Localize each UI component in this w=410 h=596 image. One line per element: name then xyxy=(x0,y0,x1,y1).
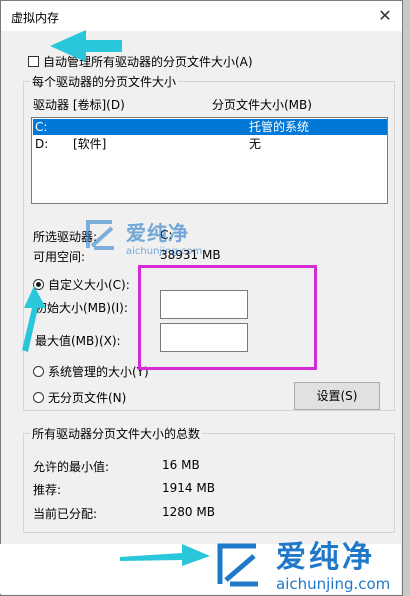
min-allowed-label: 允许的最小值: xyxy=(33,460,110,474)
drive-row-d[interactable]: D: [软件] 无 xyxy=(33,136,387,152)
system-managed-label: 系统管理的大小(Y) xyxy=(48,365,149,379)
drive-row-c[interactable]: C: 托管的系统 xyxy=(33,119,387,135)
auto-manage-checkbox[interactable] xyxy=(28,56,39,67)
allocated-value: 1280 MB xyxy=(162,505,215,519)
set-button[interactable]: 设置(S) xyxy=(294,382,380,410)
close-icon[interactable]: ✕ xyxy=(374,5,396,27)
watermark-logo-icon xyxy=(212,538,266,595)
drive-volume-label: [软件] xyxy=(73,137,107,151)
custom-size-label: 自定义大小(C): xyxy=(48,278,130,292)
no-paging-label: 无分页文件(N) xyxy=(48,391,127,405)
system-managed-option[interactable]: 系统管理的大小(Y) xyxy=(33,363,149,380)
size-column-header: 分页文件大小(MB) xyxy=(212,98,312,112)
arrow-icon xyxy=(50,30,122,62)
system-managed-radio[interactable] xyxy=(33,366,44,377)
highlight-box xyxy=(138,265,317,370)
arrow-icon xyxy=(120,544,210,566)
per-drive-group-title: 每个驱动器的分页文件大小 xyxy=(30,73,179,90)
dialog-title: 虚拟内存 xyxy=(11,11,60,25)
no-paging-radio[interactable] xyxy=(33,392,44,403)
recommended-value: 1914 MB xyxy=(162,481,215,495)
drive-letter: D: xyxy=(35,137,49,151)
watermark-brand: 爱纯净 xyxy=(126,220,189,245)
no-paging-option[interactable]: 无分页文件(N) xyxy=(33,389,126,406)
drive-list[interactable]: C: 托管的系统 D: [软件] 无 xyxy=(31,117,388,204)
allocated-label: 当前已分配: xyxy=(33,507,98,521)
arrow-icon xyxy=(22,286,46,352)
totals-group-title: 所有驱动器分页文件大小的总数 xyxy=(30,425,203,442)
drive-paging-size: 托管的系统 xyxy=(249,120,310,134)
background-window-edge xyxy=(403,0,410,596)
drive-column-header: 驱动器 [卷标](D) xyxy=(33,98,125,112)
watermark-large: 爱纯净 aichunjing.com xyxy=(212,538,390,595)
initial-size-label: 初始大小(MB)(I): xyxy=(35,301,128,315)
watermark-logo-icon xyxy=(82,216,120,257)
watermark-url: aichunjing.com xyxy=(276,574,391,593)
drive-letter: C: xyxy=(35,120,48,134)
recommended-label: 推荐: xyxy=(33,483,62,497)
watermark-brand: 爱纯净 xyxy=(276,539,375,575)
watermark-small: 爱纯净 aichunjing.com xyxy=(82,216,202,257)
drive-paging-size: 无 xyxy=(249,137,262,151)
min-allowed-value: 16 MB xyxy=(162,458,200,472)
free-space-label: 可用空间: xyxy=(33,250,86,264)
watermark-url: aichunjing.com xyxy=(126,245,203,257)
